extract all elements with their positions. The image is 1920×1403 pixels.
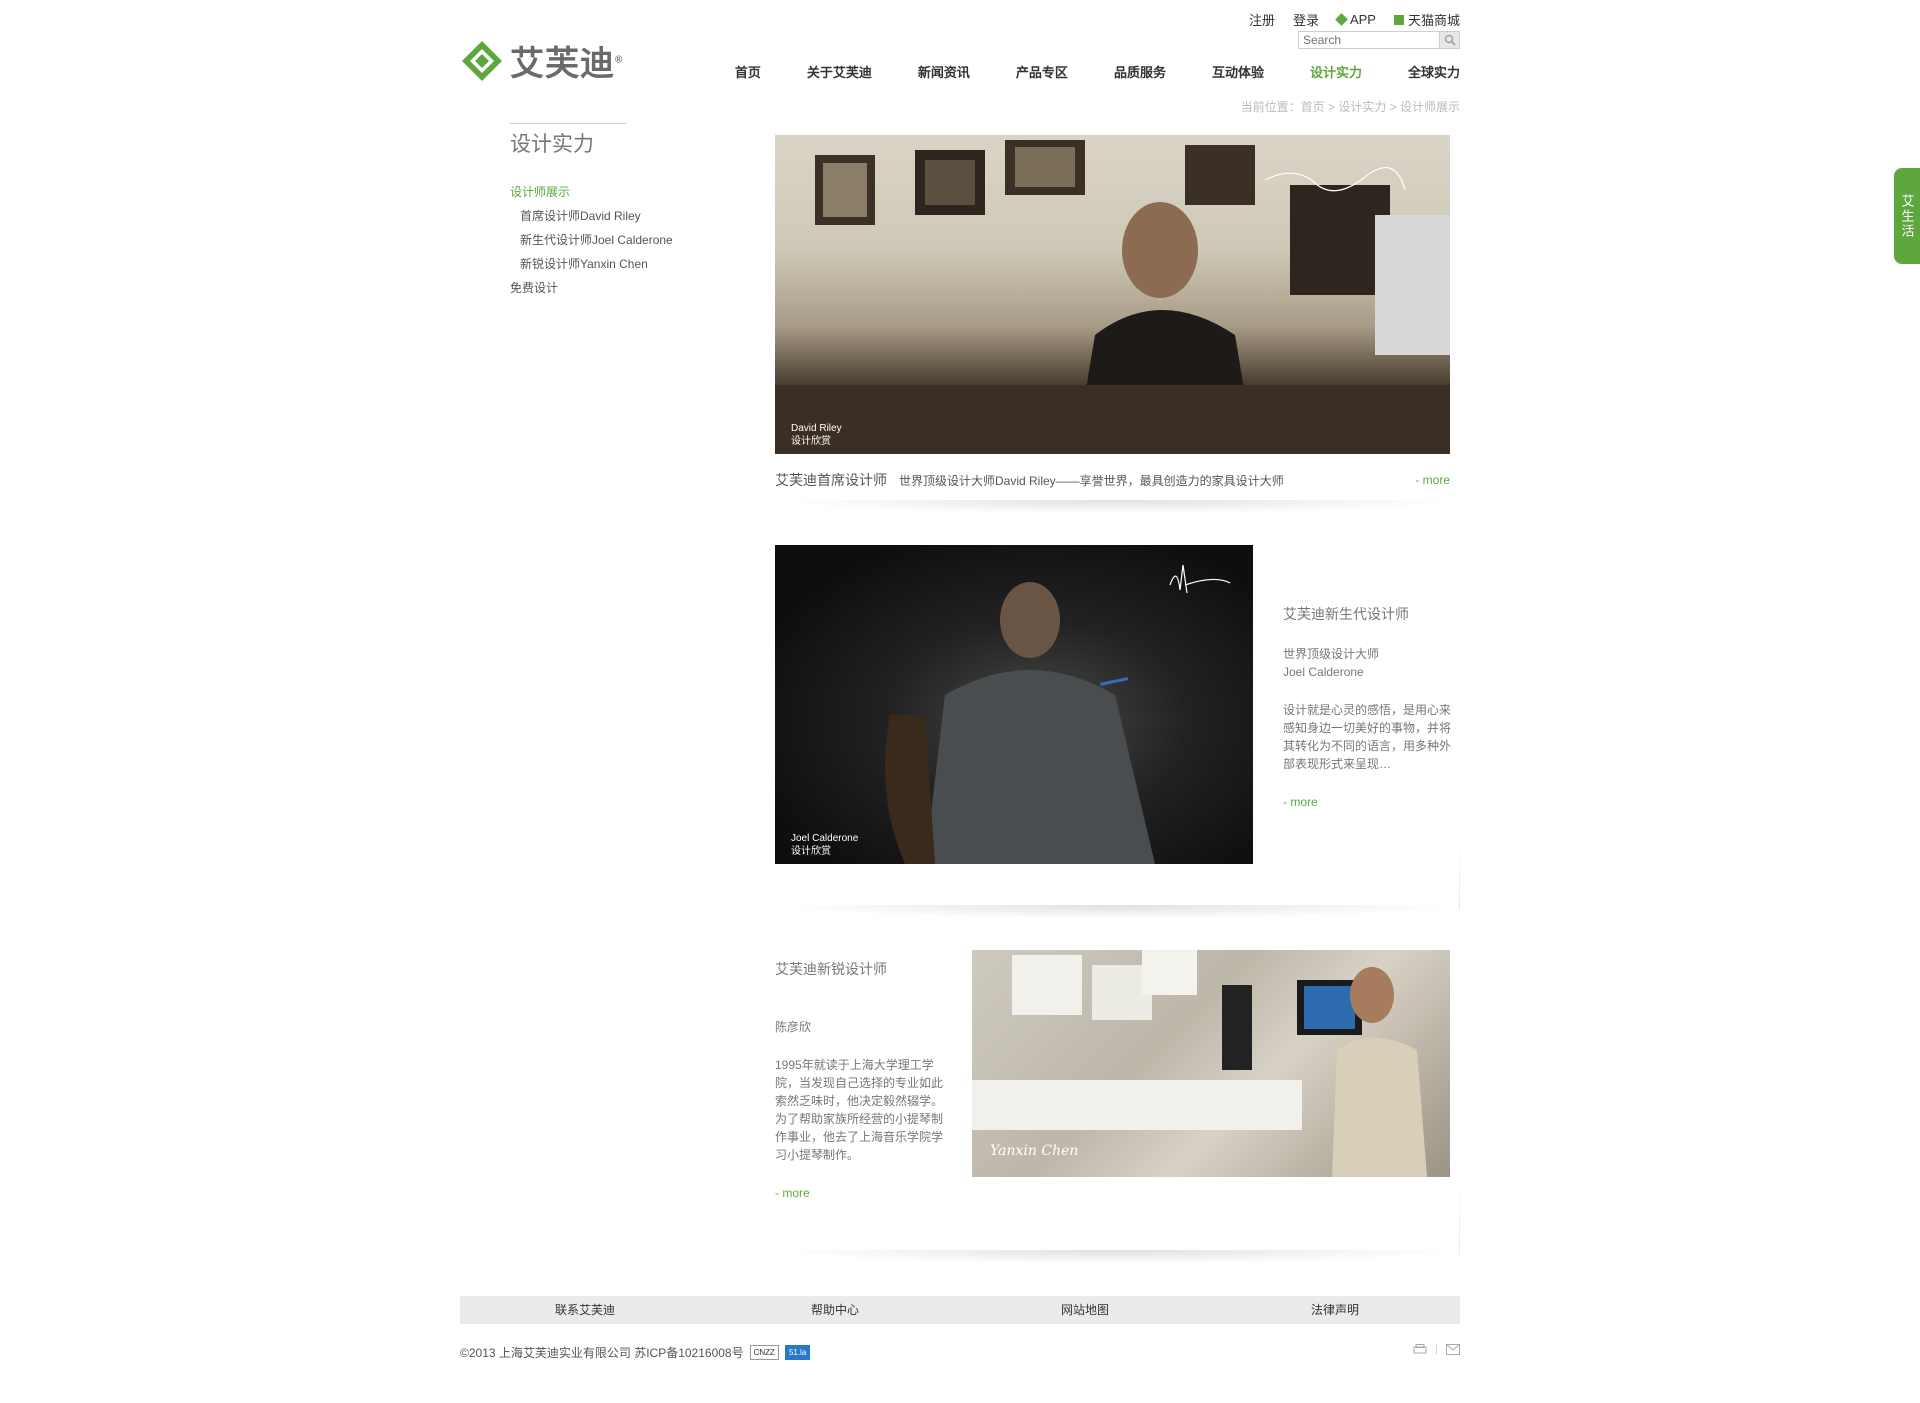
nav-products[interactable]: 产品专区 <box>1016 62 1068 81</box>
sidebar-item-joel-calderone[interactable]: 新生代设计师Joel Calderone <box>510 228 673 252</box>
yanxin-chen-signature: Yanxin Chen <box>990 1143 1078 1159</box>
caption-name: Joel Calderone <box>791 833 859 844</box>
register-link[interactable]: 注册 <box>1249 10 1275 29</box>
joel-calderone-description: 艾芙迪新生代设计师 世界顶级设计大师 Joel Calderone 设计就是心灵的… <box>1283 605 1453 811</box>
joel-calderone-caption: Joel Calderone 设计欣赏 <box>791 832 858 858</box>
subtitle-line1: 世界顶级设计大师 <box>1283 647 1380 661</box>
sidebar-divider <box>510 123 626 124</box>
nav-service[interactable]: 品质服务 <box>1114 62 1166 81</box>
footer-copyright: ©2013 上海艾芙迪实业有限公司 苏ICP备10216008号 CNZZ 51… <box>460 1344 811 1361</box>
sidebar-title: 设计实力 <box>510 133 594 156</box>
page-container: 注册 登录 APP 天猫商城 艾芙迪® 首页 关于艾芙迪 新闻资讯 产品专区 品… <box>460 0 1460 1403</box>
david-riley-caption: David Riley 设计欣赏 <box>791 422 842 448</box>
yanxin-chen-description: 艾芙迪新锐设计师 陈彦欣 1995年就读于上海大学理工学院，当发现自己选择的专业… <box>775 960 950 1202</box>
caption-sub: 设计欣赏 <box>791 436 831 447</box>
section-shadow <box>775 500 1460 514</box>
section-shadow <box>775 1250 1460 1264</box>
yanxin-chen-illustration: Yanxin Chen <box>972 950 1427 1177</box>
caption-name: David Riley <box>791 423 842 434</box>
logo[interactable]: 艾芙迪® <box>460 36 623 85</box>
cnzz-badge[interactable]: CNZZ <box>749 1345 779 1360</box>
david-riley-title: 艾芙迪首席设计师 <box>775 472 887 488</box>
top-utility-links: 注册 登录 APP 天猫商城 <box>1249 10 1460 29</box>
breadcrumb: 当前位置：首页 > 设计实力 > 设计师展示 <box>1240 100 1460 114</box>
joel-calderone-title: 艾芙迪新生代设计师 <box>1283 606 1409 622</box>
side-life-tab[interactable]: 艾生活 <box>1894 168 1920 264</box>
tmall-link[interactable]: 天猫商城 <box>1393 10 1460 29</box>
footer-link-contact[interactable]: 联系艾芙迪 <box>460 1296 710 1324</box>
yanxin-chen-title: 艾芙迪新锐设计师 <box>775 961 887 977</box>
sidebar-menu: 设计师展示 首席设计师David Riley 新生代设计师Joel Calder… <box>510 180 673 300</box>
logo-registered-mark: ® <box>615 54 624 66</box>
joel-calderone-more-link[interactable]: - more <box>1283 795 1318 809</box>
search-icon <box>1444 34 1456 46</box>
app-icon <box>1335 13 1348 26</box>
yanxin-chen-photo[interactable]: Yanxin Chen <box>972 950 1450 1177</box>
51la-badge[interactable]: 51.la <box>784 1345 811 1360</box>
yanxin-chen-name: 陈彦欣 <box>775 1020 812 1034</box>
footer-link-legal[interactable]: 法律声明 <box>1210 1296 1460 1324</box>
sidebar-item-yanxin-chen[interactable]: 新锐设计师Yanxin Chen <box>510 252 673 276</box>
yanxin-chen-text: 1995年就读于上海大学理工学院，当发现自己选择的专业如此索然乏味时，他决定毅然… <box>775 1058 944 1162</box>
joel-calderone-photo[interactable]: Joel Calderone 设计欣赏 <box>775 545 1253 864</box>
footer-icons: | <box>1413 1343 1460 1355</box>
email-icon[interactable] <box>1446 1343 1460 1355</box>
sidebar-item-free-design[interactable]: 免费设计 <box>510 276 673 300</box>
copyright-text: ©2013 上海艾芙迪实业有限公司 苏ICP备10216008号 <box>460 1346 744 1360</box>
footer-bar: 联系艾芙迪 帮助中心 网站地图 法律声明 <box>460 1296 1460 1324</box>
section-edge <box>1459 840 1460 910</box>
logo-text: 艾芙迪® <box>510 36 623 85</box>
sidebar-item-designers[interactable]: 设计师展示 <box>510 180 673 204</box>
app-link[interactable]: APP <box>1335 12 1376 27</box>
main-nav: 首页 关于艾芙迪 新闻资讯 产品专区 品质服务 互动体验 设计实力 全球实力 <box>689 62 1460 81</box>
joel-calderone-subtitle: 世界顶级设计大师 Joel Calderone <box>1283 645 1453 681</box>
joel-calderone-illustration <box>885 564 1231 864</box>
david-riley-illustration <box>775 140 1450 454</box>
footer-icon-divider: | <box>1435 1343 1438 1355</box>
yanxin-chen-more-link[interactable]: - more <box>775 1186 810 1200</box>
david-riley-photo[interactable]: David Riley 设计欣赏 <box>775 135 1450 454</box>
tmall-icon <box>1393 14 1404 25</box>
nav-home[interactable]: 首页 <box>735 62 761 81</box>
logo-wordmark: 艾芙迪 <box>510 45 615 83</box>
footer-link-sitemap[interactable]: 网站地图 <box>960 1296 1210 1324</box>
joel-calderone-text: 设计就是心灵的感悟，是用心来感知身边一切美好的事物，并将其转化为不同的语言，用多… <box>1283 703 1452 771</box>
david-riley-text: 世界顶级设计大师David Riley——享誉世界，最具创造力的家具设计大师 <box>899 473 1284 488</box>
logo-diamond-icon <box>462 40 502 81</box>
david-riley-more-link[interactable]: - more <box>1415 473 1450 487</box>
david-riley-row: 艾芙迪首席设计师 世界顶级设计大师David Riley——享誉世界，最具创造力… <box>775 470 1450 490</box>
login-link[interactable]: 登录 <box>1293 10 1319 29</box>
nav-interactive[interactable]: 互动体验 <box>1212 62 1264 81</box>
subtitle-line2: Joel Calderone <box>1283 665 1364 679</box>
section-shadow <box>775 905 1460 919</box>
search-input[interactable] <box>1299 32 1439 48</box>
section-edge <box>1459 1180 1460 1255</box>
nav-news[interactable]: 新闻资讯 <box>918 62 970 81</box>
search-button[interactable] <box>1439 32 1459 48</box>
nav-global[interactable]: 全球实力 <box>1408 62 1460 81</box>
caption-sub: 设计欣赏 <box>791 846 831 857</box>
sidebar-item-david-riley[interactable]: 首席设计师David Riley <box>510 204 673 228</box>
footer-link-help[interactable]: 帮助中心 <box>710 1296 960 1324</box>
nav-about[interactable]: 关于艾芙迪 <box>807 62 872 81</box>
print-icon[interactable] <box>1413 1343 1427 1355</box>
search-box <box>1298 31 1460 49</box>
nav-design[interactable]: 设计实力 <box>1310 62 1362 81</box>
